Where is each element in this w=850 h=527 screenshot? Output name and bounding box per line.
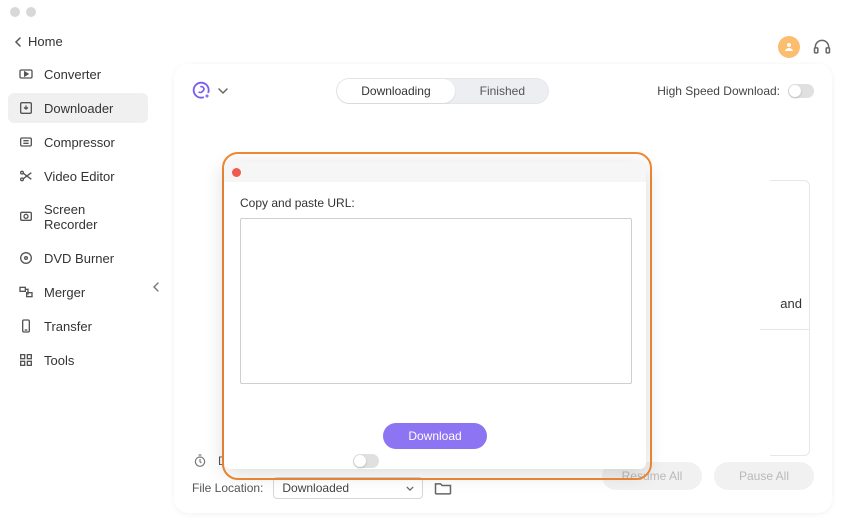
- sidebar-item-compressor[interactable]: Compressor: [8, 127, 148, 157]
- sidebar-item-label: Video Editor: [44, 169, 115, 184]
- button-label: Download: [408, 429, 461, 443]
- tools-icon: [18, 352, 34, 368]
- folder-icon: [433, 478, 453, 498]
- sidebar-item-label: Merger: [44, 285, 85, 300]
- chevron-down-icon[interactable]: [218, 86, 228, 96]
- sidebar-item-dvd-burner[interactable]: DVD Burner: [8, 243, 148, 273]
- file-location-select[interactable]: Downloaded: [273, 477, 423, 499]
- paste-url-dialog: Copy and paste URL: Download: [224, 162, 646, 469]
- window-titlebar: [0, 0, 850, 24]
- tab-label: Downloading: [361, 84, 430, 98]
- add-url-button[interactable]: [192, 81, 212, 101]
- sidebar-item-converter[interactable]: Converter: [8, 59, 148, 89]
- transfer-icon: [18, 318, 34, 334]
- scissors-icon: [18, 168, 34, 184]
- home-button[interactable]: Home: [8, 30, 148, 59]
- tab-group: Downloading Finished: [336, 78, 549, 104]
- merger-icon: [18, 284, 34, 300]
- tab-downloading[interactable]: Downloading: [337, 79, 454, 103]
- open-folder-button[interactable]: [433, 478, 453, 498]
- button-label: Pause All: [739, 469, 789, 483]
- sidebar-item-label: Downloader: [44, 101, 113, 116]
- sidebar-item-tools[interactable]: Tools: [8, 345, 148, 375]
- sidebar-item-downloader[interactable]: Downloader: [8, 93, 148, 123]
- tab-finished[interactable]: Finished: [456, 78, 549, 104]
- url-input[interactable]: [240, 218, 632, 384]
- downloader-icon: [18, 100, 34, 116]
- sidebar-item-transfer[interactable]: Transfer: [8, 311, 148, 341]
- sidebar-item-label: Converter: [44, 67, 101, 82]
- converter-icon: [18, 66, 34, 82]
- sidebar-item-label: DVD Burner: [44, 251, 114, 266]
- file-location-label: File Location:: [192, 481, 263, 495]
- downloader-card: Downloading Finished High Speed Download…: [174, 64, 832, 513]
- avatar[interactable]: [778, 36, 800, 58]
- recorder-icon: [18, 209, 34, 225]
- sidebar-item-label: Compressor: [44, 135, 115, 150]
- headset-icon: [812, 37, 832, 57]
- close-icon[interactable]: [232, 168, 241, 177]
- app-header: [174, 36, 832, 64]
- chevron-down-icon: [406, 486, 414, 491]
- background-text-fragment: and: [780, 296, 802, 311]
- tab-label: Finished: [480, 84, 525, 98]
- dialog-titlebar: [224, 162, 646, 182]
- support-button[interactable]: [812, 37, 832, 57]
- user-icon: [783, 41, 795, 53]
- sidebar-item-label: Tools: [44, 353, 74, 368]
- sidebar-item-label: Screen Recorder: [44, 202, 138, 232]
- sidebar-item-label: Transfer: [44, 319, 92, 334]
- compressor-icon: [18, 134, 34, 150]
- chevron-left-icon: [14, 37, 22, 47]
- home-label: Home: [28, 34, 63, 49]
- high-speed-label: High Speed Download:: [657, 84, 780, 98]
- url-input-label: Copy and paste URL:: [240, 196, 630, 210]
- timer-icon: [192, 453, 208, 469]
- download-button[interactable]: Download: [383, 423, 487, 449]
- high-speed-toggle[interactable]: [788, 84, 814, 98]
- traffic-light-dot: [26, 7, 36, 17]
- sidebar-item-video-editor[interactable]: Video Editor: [8, 161, 148, 191]
- link-plus-icon: [192, 81, 212, 101]
- background-panel: [770, 180, 810, 456]
- convert-toggle[interactable]: [353, 454, 379, 468]
- disc-icon: [18, 250, 34, 266]
- button-label: Resume All: [622, 469, 683, 483]
- select-value: Downloaded: [282, 481, 349, 495]
- sidebar-item-screen-recorder[interactable]: Screen Recorder: [8, 195, 148, 239]
- sidebar: Home Converter Downloader Compressor Vid…: [0, 24, 156, 527]
- traffic-light-dot: [10, 7, 20, 17]
- sidebar-item-merger[interactable]: Merger: [8, 277, 148, 307]
- pause-all-button[interactable]: Pause All: [714, 462, 814, 490]
